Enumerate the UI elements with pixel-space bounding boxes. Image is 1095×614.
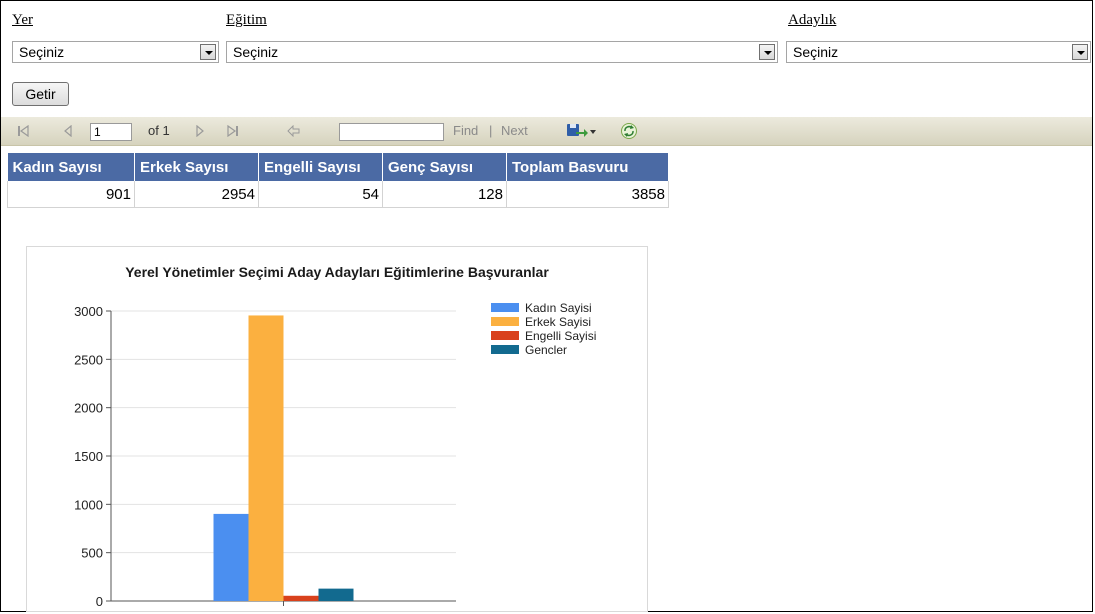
table-cell: 3858 [506,181,669,208]
find-separator: | [489,123,493,138]
filter-label-yer[interactable]: Yer [12,12,33,29]
first-page-icon[interactable] [17,125,29,137]
adaylik-select[interactable]: Seçiniz [786,41,1091,63]
back-icon[interactable] [287,125,301,137]
legend-label-0: Kadın Sayisi [525,301,592,315]
page-number-input[interactable] [90,123,132,141]
legend-label-2: Engelli Sayisi [525,329,596,343]
table-cell: 54 [258,181,383,208]
adaylik-select-value: Seçiniz [793,44,839,60]
bar-1 [248,315,284,601]
legend-label-3: Gencler [525,343,567,357]
bar-0 [213,513,249,601]
next-page-icon[interactable] [195,125,205,137]
column-header: Engelli Sayısı [258,153,383,181]
getir-button[interactable]: Getir [12,82,69,106]
table-cell: 128 [382,181,507,208]
chart-container: Yerel Yönetimler Seçimi Aday Adayları Eğ… [26,246,648,612]
bar-chart: Yerel Yönetimler Seçimi Aday Adayları Eğ… [74,264,596,609]
export-icon[interactable] [566,121,596,141]
legend-label-1: Erkek Sayisi [525,315,591,329]
legend-swatch-3 [491,345,519,354]
column-header: Toplam Basvuru [506,153,669,181]
page-of-label: of 1 [148,123,170,138]
y-tick-label: 500 [81,546,103,561]
report-toolbar: of 1 Find | Next [1,117,1092,146]
bar-3 [318,588,354,601]
filter-label-egitim[interactable]: Eğitim [226,12,267,29]
chart-title: Yerel Yönetimler Seçimi Aday Adayları Eğ… [125,264,549,280]
find-input[interactable] [339,123,444,141]
yer-select-value: Seçiniz [19,44,65,60]
yer-select[interactable]: Seçiniz [12,41,219,63]
bar-2 [283,595,319,601]
egitim-select[interactable]: Seçiniz [226,41,778,63]
y-tick-label: 1000 [74,497,103,512]
column-header: Kadın Sayısı [7,153,135,181]
table-row: 901 2954 54 128 3858 [7,181,669,208]
y-tick-label: 1500 [74,449,103,464]
table-cell: 901 [7,181,135,208]
y-tick-label: 3000 [74,304,103,319]
table-header-row: Kadın Sayısı Erkek Sayısı Engelli Sayısı… [7,153,669,181]
summary-table: Kadın Sayısı Erkek Sayısı Engelli Sayısı… [7,153,669,208]
egitim-select-value: Seçiniz [233,44,279,60]
filter-label-adaylik[interactable]: Adaylık [788,12,836,29]
column-header: Erkek Sayısı [134,153,259,181]
next-link[interactable]: Next [501,117,528,145]
chevron-down-icon[interactable] [759,44,775,60]
last-page-icon[interactable] [227,125,239,137]
chevron-down-icon[interactable] [1072,44,1088,60]
legend-swatch-0 [491,303,519,312]
y-tick-label: 2000 [74,401,103,416]
legend-swatch-1 [491,317,519,326]
y-tick-label: 0 [96,594,103,609]
table-cell: 2954 [134,181,259,208]
legend-swatch-2 [491,331,519,340]
find-link[interactable]: Find [453,117,478,145]
refresh-icon[interactable] [620,122,638,140]
chevron-down-icon[interactable] [200,44,216,60]
y-tick-label: 2500 [74,352,103,367]
previous-page-icon[interactable] [63,125,73,137]
column-header: Genç Sayısı [382,153,507,181]
